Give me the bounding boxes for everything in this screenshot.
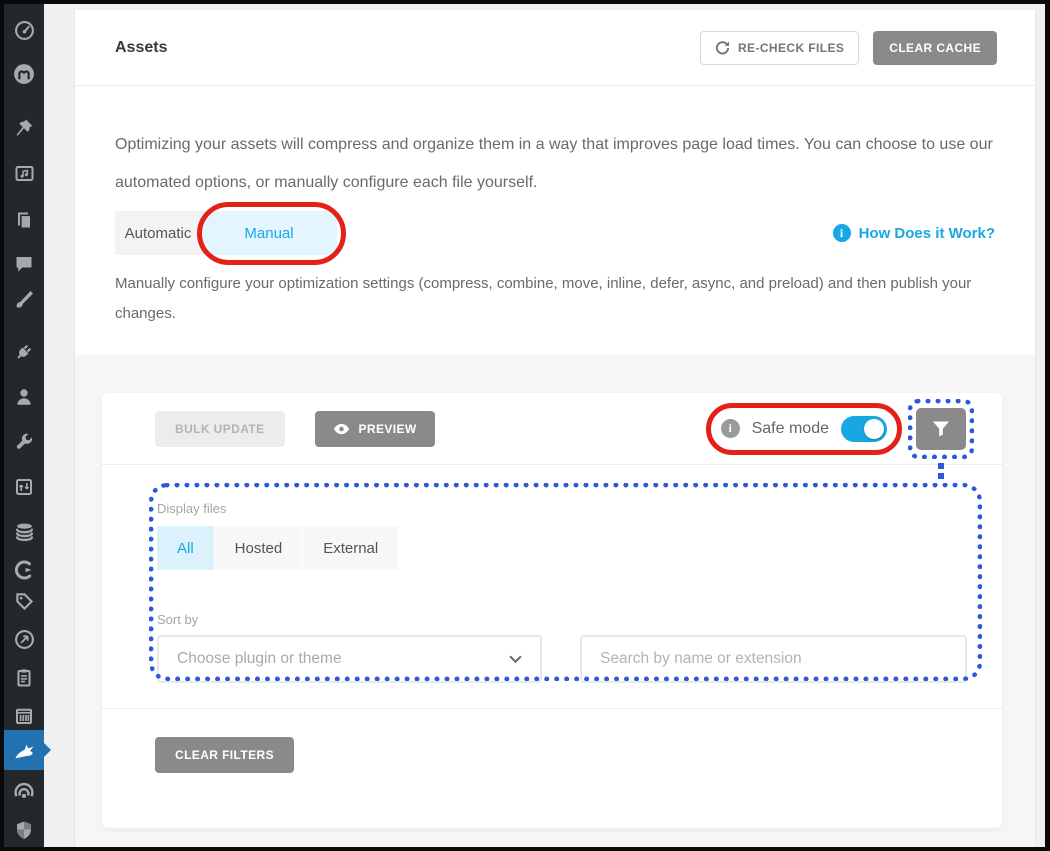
files-toolbar: BULK UPDATE PREVIEW i Safe mode [102,393,1002,465]
recheck-files-button[interactable]: RE-CHECK FILES [700,31,859,65]
wrench-icon [14,432,34,452]
preview-button[interactable]: PREVIEW [315,411,435,447]
settings-icon [14,477,34,497]
sidebar-item-plugins[interactable] [4,334,44,370]
sidebar-item-settings[interactable] [4,469,44,505]
sort-by-label: Sort by [157,612,1002,627]
sidebar-item-database[interactable] [4,514,44,550]
tab-manual[interactable]: Manual [201,211,337,255]
screenshot-frame: Assets RE-CHECK FILES CLEAR CACHE Optimi… [0,0,1050,851]
sidebar-item-signals[interactable] [4,774,44,810]
database-icon [14,522,35,543]
display-tab-all[interactable]: All [157,526,214,570]
sidebar-item-wpmudev[interactable] [4,56,44,92]
tab-automatic[interactable]: Automatic [115,211,201,255]
dashboard-gauge-icon [14,20,35,41]
sidebar-item-forms[interactable] [4,660,44,696]
refresh-icon [715,40,730,55]
how-does-it-work-link[interactable]: i How Does it Work? [833,224,995,242]
display-files-label: Display files [157,501,1002,516]
tag-icon [14,591,35,612]
display-tab-hosted[interactable]: Hosted [215,526,303,570]
recheck-files-label: RE-CHECK FILES [738,41,844,55]
admin-viewport: Assets RE-CHECK FILES CLEAR CACHE Optimi… [4,4,1045,847]
sidebar-item-launcher[interactable] [4,621,44,657]
assets-card: Assets RE-CHECK FILES CLEAR CACHE Optimi… [75,10,1035,847]
search-input[interactable] [580,635,967,683]
sidebar-item-pages[interactable] [4,202,44,238]
files-panel: BULK UPDATE PREVIEW i Safe mode [102,393,1002,828]
info-icon: i [833,224,851,242]
eye-icon [333,423,350,435]
filter-button[interactable] [916,408,966,450]
main-content: Assets RE-CHECK FILES CLEAR CACHE Optimi… [44,4,1045,847]
paintbrush-icon [14,289,34,309]
mode-tabs-row: Automatic Manual i How Does it Work? [115,211,995,255]
intro-paragraph: Optimizing your assets will compress and… [115,126,995,201]
intro-section: Optimizing your assets will compress and… [75,86,1035,355]
blue-annotation-dot [938,463,944,469]
clear-cache-button[interactable]: CLEAR CACHE [873,31,997,65]
chevron-down-icon [509,655,522,663]
plugin-theme-select[interactable]: Choose plugin or theme [157,635,542,683]
sidebar-item-comments[interactable] [4,246,44,282]
sidebar-item-posts[interactable] [4,110,44,146]
preview-label: PREVIEW [359,422,417,436]
select-value: Choose plugin or theme [177,650,342,668]
blue-annotation-dot [938,473,944,479]
safe-mode-label: Safe mode [752,420,829,438]
card-header: Assets RE-CHECK FILES CLEAR CACHE [75,10,1035,86]
page-title: Assets [115,39,700,57]
sidebar-item-media[interactable] [4,155,44,191]
media-icon [14,163,35,183]
sidebar-item-events[interactable] [4,698,44,734]
sidebar-item-tools[interactable] [4,424,44,460]
crescent-play-icon [14,560,34,580]
panel-footer: CLEAR FILTERS [102,709,1002,828]
pages-icon [14,210,34,230]
sidebar-item-appearance[interactable] [4,281,44,317]
user-icon [14,387,34,407]
plug-icon [14,342,34,362]
filter-button-wrap [916,408,966,450]
display-tab-external[interactable]: External [303,526,398,570]
safe-mode-group: i Safe mode [706,403,902,455]
tab-manual-wrap: Manual [201,211,337,255]
concentric-circles-icon [13,781,35,803]
how-does-it-work-label: How Does it Work? [859,225,995,242]
sidebar-item-users[interactable] [4,379,44,415]
clear-filters-button[interactable]: CLEAR FILTERS [155,737,294,773]
filters-area: Display files All Hosted External Sort b… [102,465,1002,709]
files-section: BULK UPDATE PREVIEW i Safe mode [75,355,1035,847]
comment-icon [14,254,34,274]
funnel-icon [932,420,950,438]
bulk-update-button[interactable]: BULK UPDATE [155,411,285,447]
manual-description: Manually configure your optimization set… [115,269,995,355]
clipboard-icon [14,668,34,688]
hummingbird-icon [12,738,36,762]
sidebar-item-hummingbird[interactable] [4,730,44,770]
sidebar-item-defender[interactable] [4,812,44,847]
info-icon: i [721,419,740,438]
admin-sidebar [4,4,44,847]
sidebar-item-dashboard[interactable] [4,12,44,48]
toggle-knob [864,419,884,439]
wpmudev-logo-icon [13,63,35,85]
shield-icon [14,820,34,840]
circle-arrow-icon [14,629,35,650]
display-files-tabs: All Hosted External [157,526,1002,570]
pushpin-icon [14,118,34,138]
sidebar-item-tags[interactable] [4,583,44,619]
filter-inputs-row: Choose plugin or theme [157,635,1002,683]
calendar-icon [14,706,34,726]
safe-mode-toggle[interactable] [841,416,887,442]
